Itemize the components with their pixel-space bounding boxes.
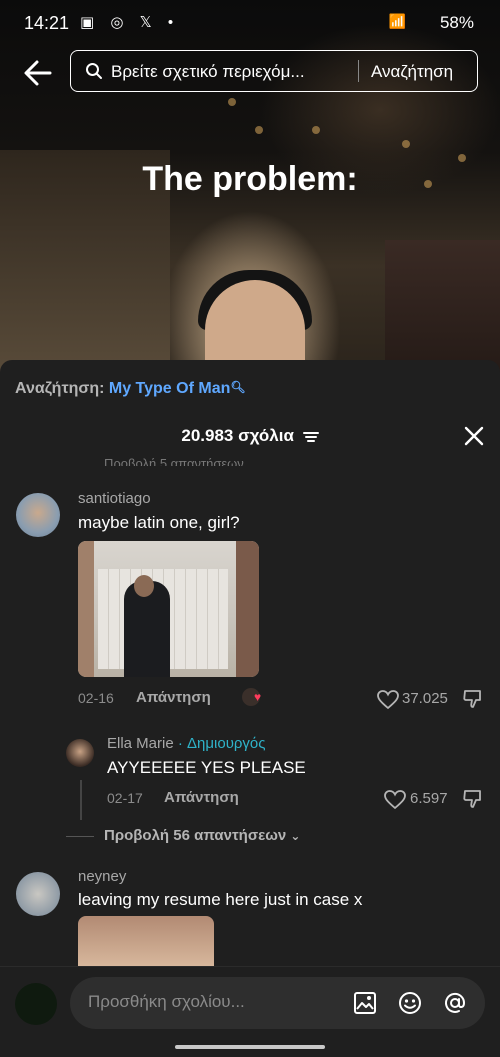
back-arrow-icon[interactable] — [22, 58, 54, 88]
stall-door — [236, 541, 259, 677]
reply-username[interactable]: Ella Marie · Δημιουργός — [107, 735, 266, 752]
battery-level: 58% — [439, 13, 474, 32]
avatar[interactable] — [16, 493, 60, 537]
comment-image[interactable] — [78, 916, 214, 966]
ceiling-light — [255, 126, 263, 134]
search-query: Βρείτε σχετικό περιεχόμ... — [111, 62, 305, 81]
mention-icon[interactable] — [442, 990, 468, 1016]
status-time: 14:21 — [24, 13, 70, 33]
comment-count: 20.983 σχόλια — [181, 426, 294, 445]
comment-text: maybe latin one, girl? — [78, 513, 240, 532]
comment-count-header: 20.983 σχόλια — [0, 426, 500, 446]
search-button[interactable]: Αναζήτηση — [371, 62, 453, 82]
ceiling-light — [228, 98, 236, 106]
creator-liked-avatar: ♥ — [242, 688, 261, 707]
wifi-signal-icon: 📶 — [388, 13, 408, 29]
comment-input-placeholder: Προσθήκη σχολίου... — [88, 992, 245, 1011]
heart-icon[interactable] — [377, 690, 399, 710]
heart-icon[interactable] — [384, 790, 406, 810]
reply-text: AYYEEEEE YES PLEASE — [107, 758, 306, 777]
search-suggestion-prefix: Αναζήτηση: — [15, 380, 105, 397]
status-bar: 14:21 ▣ ◎ 𝕏 • 📶 58% — [0, 0, 500, 46]
search-icon: 🔍︎ — [230, 380, 246, 394]
notification-icons: ▣ ◎ 𝕏 • — [80, 14, 180, 31]
comment-username[interactable]: santiotiago — [78, 490, 151, 507]
search-suggestion[interactable]: Αναζήτηση: My Type Of Man🔍︎ — [15, 380, 246, 398]
thread-line — [80, 780, 82, 820]
search-divider — [358, 60, 359, 82]
stall-door — [78, 541, 94, 677]
comment-image[interactable] — [78, 541, 259, 677]
avatar[interactable] — [15, 983, 57, 1025]
reply-date: 02-17 — [107, 790, 143, 806]
dislike-icon[interactable] — [462, 688, 484, 710]
creator-badge: · Δημιουργός — [177, 735, 266, 752]
like-count: 37.025 — [402, 690, 448, 707]
chevron-down-icon: ⌄ — [290, 829, 301, 843]
video-overlay-text: The problem: — [142, 160, 358, 198]
search-suggestion-link[interactable]: My Type Of Man — [109, 380, 231, 397]
avatar[interactable] — [66, 739, 94, 767]
comment-date: 02-16 — [78, 690, 114, 706]
sort-icon[interactable] — [302, 430, 319, 444]
dislike-icon[interactable] — [462, 788, 484, 810]
comment-text: leaving my resume here just in case x — [78, 890, 363, 909]
reply-button[interactable]: Απάντηση — [136, 689, 211, 706]
comment-input-bar: Προσθήκη σχολίου... — [0, 966, 500, 1057]
person-head — [134, 575, 154, 597]
search-input[interactable]: Βρείτε σχετικό περιεχόμ... Αναζήτηση — [70, 50, 478, 92]
avatar[interactable] — [16, 872, 60, 916]
view-replies-button[interactable]: Προβολή 56 απαντήσεων ⌄ — [104, 827, 300, 844]
comments-sheet: Αναζήτηση: My Type Of Man🔍︎ 20.983 σχόλι… — [0, 360, 500, 1056]
image-icon[interactable] — [352, 990, 378, 1016]
comment-input[interactable]: Προσθήκη σχολίου... — [70, 977, 485, 1029]
reply-button[interactable]: Απάντηση — [164, 789, 239, 806]
view-replies-label: Προβολή 56 απαντήσεων — [104, 827, 287, 844]
emoji-icon[interactable] — [397, 990, 423, 1016]
view-replies-cut: Προβολή 5 απαντήσεων — [104, 456, 244, 466]
search-icon — [86, 63, 102, 79]
view-replies-line — [66, 836, 94, 837]
home-indicator[interactable] — [175, 1045, 325, 1049]
ceiling-light — [312, 126, 320, 134]
close-icon[interactable] — [462, 424, 486, 448]
ceiling-light — [402, 140, 410, 148]
like-count: 6.597 — [410, 790, 448, 807]
video-scene-wall — [385, 240, 500, 380]
comment-username[interactable]: neyney — [78, 868, 126, 885]
reply-username-text: Ella Marie — [107, 735, 174, 752]
